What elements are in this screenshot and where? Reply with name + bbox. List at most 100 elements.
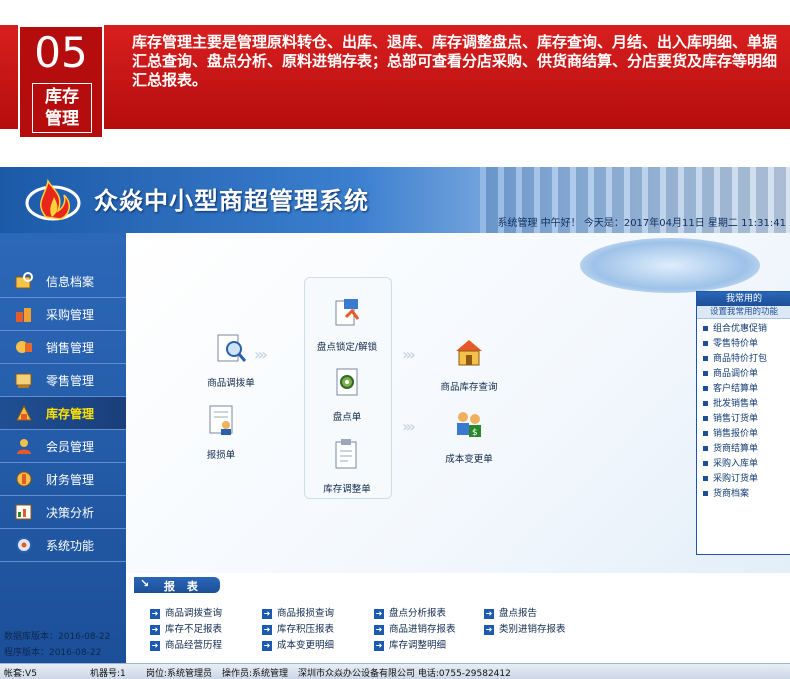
arrow-right-icon: ➜ bbox=[484, 608, 494, 619]
archive-icon bbox=[15, 272, 33, 289]
bullet-square-icon bbox=[703, 341, 708, 346]
status-bar: 帐套:V5 机器号:1 岗位:系统管理员 操作员:系统管理 深圳市众焱办公设备有… bbox=[0, 663, 790, 679]
flow-loss-order[interactable]: 报损单 bbox=[176, 403, 266, 461]
bullet-square-icon bbox=[703, 416, 708, 421]
favorite-item[interactable]: 客户结算单 bbox=[697, 382, 790, 397]
favorite-item[interactable]: 销售报价单 bbox=[697, 427, 790, 442]
sidebar-item-sales[interactable]: 销售管理 bbox=[0, 331, 126, 364]
purchase-icon bbox=[16, 308, 31, 322]
db-version: 数据库版本：2016-08-22 bbox=[4, 632, 111, 642]
decorative-disc bbox=[580, 238, 760, 293]
section-label: 库存 管理 bbox=[32, 83, 92, 133]
magnifier-document-icon bbox=[217, 334, 247, 362]
sidebar-item-purchase[interactable]: 采购管理 bbox=[0, 298, 126, 331]
member-icon bbox=[17, 439, 31, 454]
sales-icon bbox=[16, 341, 32, 353]
flow-arrow: ››› bbox=[402, 345, 416, 364]
status-post: 岗位:系统管理员 bbox=[146, 669, 213, 679]
sidebar-item-analysis[interactable]: 决策分析 bbox=[0, 496, 126, 529]
app-header: 众焱中小型商超管理系统 系统管理 中午好！ 今天是：2017年04月11日 星期… bbox=[0, 167, 790, 233]
house-box-icon bbox=[456, 340, 482, 366]
section-label-line1: 库存 bbox=[45, 87, 79, 107]
flow-arrow: ››› bbox=[254, 345, 268, 364]
favorite-item[interactable]: 货商结算单 bbox=[697, 442, 790, 457]
flow-count-lock[interactable]: 盘点锁定/解锁 bbox=[302, 295, 392, 353]
status-version: 帐套:V5 bbox=[4, 669, 37, 679]
svg-text:$: $ bbox=[472, 428, 478, 438]
analysis-icon bbox=[15, 504, 32, 520]
clipboard-icon bbox=[335, 439, 357, 469]
app-version: 程序版本：2016-08-22 bbox=[4, 648, 102, 658]
report-link[interactable]: ➜ 库存调整明细 bbox=[374, 637, 446, 651]
sidebar-item-label: 库存管理 bbox=[46, 407, 95, 421]
favorite-item[interactable]: 零售特价单 bbox=[697, 337, 790, 352]
flow-count-order[interactable]: 盘点单 bbox=[302, 365, 392, 423]
arrow-right-icon: ➜ bbox=[484, 624, 494, 635]
bullet-square-icon bbox=[703, 431, 708, 436]
bullet-square-icon bbox=[703, 461, 708, 466]
reports-tab[interactable]: ↘ 报 表 bbox=[134, 577, 220, 593]
bullet-square-icon bbox=[703, 371, 708, 376]
flow-stock-query[interactable]: 商品库存查询 bbox=[424, 335, 514, 393]
sidebar-item-label: 信息档案 bbox=[46, 275, 95, 289]
sidebar-item-inventory[interactable]: 库存管理 bbox=[0, 397, 126, 430]
sidebar-item-label: 财务管理 bbox=[46, 473, 95, 487]
sidebar-item-label: 决策分析 bbox=[46, 506, 95, 520]
report-link[interactable]: ➜ 盘点报告 bbox=[484, 605, 537, 619]
report-link[interactable]: ➜ 库存积压报表 bbox=[262, 621, 334, 635]
reports-section: ↘ 报 表 ➜ 商品调拨查询 ➜ 商品报损查询 ➜ 盘点分析报表 ➜ 盘点报告 ➜ 库存不… bbox=[126, 573, 790, 663]
inventory-icon bbox=[16, 404, 32, 421]
favorite-item[interactable]: 采购入库单 bbox=[697, 457, 790, 472]
report-link[interactable]: ➜ 商品报损查询 bbox=[262, 605, 334, 619]
sidebar-item-label: 系统功能 bbox=[46, 539, 95, 553]
sidebar-item-finance[interactable]: 财务管理 bbox=[0, 463, 126, 496]
arrow-right-icon: ➜ bbox=[150, 608, 160, 619]
favorites-settings-link[interactable]: 设置我常用的功能 bbox=[697, 306, 790, 319]
report-link[interactable]: ➜ 类别进销存报表 bbox=[484, 621, 566, 635]
flow-cost-change[interactable]: $ 成本变更单 bbox=[424, 407, 514, 465]
favorite-item[interactable]: 采购订货单 bbox=[697, 472, 790, 487]
report-link[interactable]: ➜ 盘点分析报表 bbox=[374, 605, 446, 619]
bullet-square-icon bbox=[703, 356, 708, 361]
sidebar-item-retail[interactable]: 零售管理 bbox=[0, 364, 126, 397]
arrow-right-icon: ➜ bbox=[262, 624, 272, 635]
bullet-square-icon bbox=[703, 446, 708, 451]
sidebar: 信息档案 采购管理 销售管理 零售管理 库存管理 会员管理 财务管理 决策分析 … bbox=[0, 233, 126, 663]
favorite-item[interactable]: 销售订货单 bbox=[697, 412, 790, 427]
user-document-icon bbox=[209, 405, 233, 435]
arrow-right-icon: ➜ bbox=[374, 608, 384, 619]
system-icon bbox=[16, 537, 32, 553]
greeting-datetime: 系统管理 中午好！ 今天是：2017年04月11日 星期二 11:31:41 bbox=[497, 218, 786, 229]
favorites-list: 组合优惠促销 零售特价单 商品特价打包 商品调价单 客户结算单 批发销售单 销售… bbox=[697, 319, 790, 502]
arrow-right-icon: ➜ bbox=[262, 608, 272, 619]
flow-arrow: ››› bbox=[402, 417, 416, 436]
report-link[interactable]: ➜ 商品经营历程 bbox=[150, 637, 222, 651]
report-link[interactable]: ➜ 商品调拨查询 bbox=[150, 605, 222, 619]
favorite-item[interactable]: 货商档案 bbox=[697, 487, 790, 502]
sidebar-item-member[interactable]: 会员管理 bbox=[0, 430, 126, 463]
favorite-item[interactable]: 商品特价打包 bbox=[697, 352, 790, 367]
gear-document-icon bbox=[336, 368, 358, 396]
arrow-right-icon: ➜ bbox=[150, 640, 160, 651]
bullet-square-icon bbox=[703, 476, 708, 481]
flow-adjust-order[interactable]: 库存调整单 bbox=[302, 437, 392, 495]
report-link[interactable]: ➜ 库存不足报表 bbox=[150, 621, 222, 635]
sidebar-item-label: 销售管理 bbox=[46, 341, 95, 355]
report-link[interactable]: ➜ 成本变更明细 bbox=[262, 637, 334, 651]
banner-description: 库存管理主要是管理原料转仓、出库、退库、库存调整盘点、库存查询、月结、出入库明细… bbox=[132, 33, 778, 89]
lock-document-icon bbox=[335, 299, 360, 326]
favorite-item[interactable]: 批发销售单 bbox=[697, 397, 790, 412]
sidebar-item-label: 会员管理 bbox=[46, 440, 95, 454]
favorite-item[interactable]: 商品调价单 bbox=[697, 367, 790, 382]
arrow-right-icon: ➜ bbox=[262, 640, 272, 651]
retail-icon bbox=[15, 373, 32, 388]
sidebar-item-archive[interactable]: 信息档案 bbox=[0, 265, 126, 298]
favorites-panel: 我常用的 设置我常用的功能 组合优惠促销 零售特价单 商品特价打包 商品调价单 … bbox=[696, 291, 790, 555]
report-link[interactable]: ➜ 商品进销存报表 bbox=[374, 621, 456, 635]
sidebar-item-system[interactable]: 系统功能 bbox=[0, 529, 126, 562]
app-status-bar: 系统管理 中午好！ 今天是：2017年04月11日 星期二 11:31:41 bbox=[0, 211, 790, 231]
arrow-right-icon: ↘ bbox=[140, 577, 150, 590]
favorite-item[interactable]: 组合优惠促销 bbox=[697, 322, 790, 337]
section-number: 05 bbox=[34, 28, 88, 77]
bullet-square-icon bbox=[703, 326, 708, 331]
